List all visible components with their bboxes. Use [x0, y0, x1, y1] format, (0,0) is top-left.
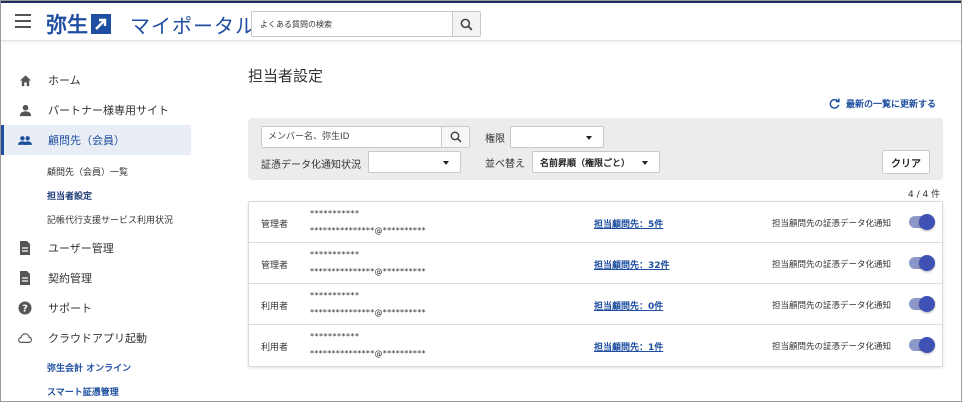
- role-text: 管理者: [261, 261, 289, 271]
- svg-text:?: ?: [22, 304, 28, 315]
- member-name: ***********: [310, 332, 360, 341]
- sidebar: ホーム パートナー様専用サイト 顧問先（会員） 顧問先（会員）一覧 担当者設定 …: [1, 63, 191, 401]
- member-search-button[interactable]: [441, 127, 469, 147]
- sidebar-subitem-staff-settings[interactable]: 担当者設定: [1, 183, 191, 207]
- assigned-clients-link[interactable]: 担当顧問先：1件: [594, 340, 663, 353]
- refresh-list-button[interactable]: 最新の一覧に更新する: [829, 97, 936, 110]
- sidebar-item-partner-site[interactable]: パートナー様専用サイト: [1, 95, 191, 125]
- home-icon: [18, 73, 32, 87]
- assigned-clients-link[interactable]: 担当顧問先：0件: [594, 299, 663, 312]
- faq-search: [251, 11, 481, 37]
- list-item: 利用者 *********** ***************@********…: [249, 325, 942, 366]
- sidebar-item-label: ユーザー管理: [48, 242, 114, 255]
- sidebar-item-support[interactable]: ? サポート: [1, 293, 191, 323]
- sidebar-app-smart-shouhyou[interactable]: スマート証憑管理: [1, 379, 191, 401]
- sort-select[interactable]: 名前昇順（権限ごと）: [532, 151, 660, 173]
- portal-title: マイポータル: [130, 14, 256, 38]
- search-icon: [450, 131, 462, 143]
- role-text: 管理者: [261, 220, 289, 230]
- cloud-icon: [18, 331, 32, 345]
- chevron-down-icon: [443, 161, 449, 165]
- member-name: ***********: [310, 250, 360, 259]
- top-header: 弥生 マイポータル: [1, 1, 961, 41]
- refresh-icon: [829, 98, 840, 109]
- member-email: ***************@**********: [310, 226, 426, 235]
- notify-toggle[interactable]: [909, 214, 935, 230]
- notify-status-select[interactable]: [368, 151, 461, 173]
- member-email: ***************@**********: [310, 349, 426, 358]
- sidebar-item-label: 契約管理: [48, 272, 92, 285]
- staff-list: 管理者 *********** ***************@********…: [248, 201, 943, 367]
- member-search: [261, 126, 470, 148]
- document-icon: [18, 271, 32, 285]
- notify-toggle[interactable]: [909, 255, 935, 271]
- filter-panel: 権限 証憑データ化通知状況 並べ替え 名前昇順（権限ごと） クリア: [248, 118, 943, 180]
- assigned-clients-link[interactable]: 担当顧問先：32件: [594, 258, 670, 271]
- member-email: ***************@**********: [310, 308, 426, 317]
- menu-icon[interactable]: [15, 14, 31, 28]
- faq-search-input[interactable]: [252, 12, 452, 36]
- role-select[interactable]: [510, 126, 604, 148]
- document-icon: [18, 241, 32, 255]
- faq-search-button[interactable]: [452, 12, 480, 36]
- logo-mark-icon: [91, 14, 111, 34]
- clear-button[interactable]: クリア: [882, 150, 930, 174]
- app-frame: 弥生 マイポータル ホーム パートナー様専用サイト 顧問先（会員） 顧問先（会員…: [0, 0, 962, 402]
- role-text: 利用者: [261, 343, 289, 353]
- notify-label: 担当顧問先の証憑データ化通知: [772, 342, 892, 352]
- sidebar-item-cloud-apps[interactable]: クラウドアプリ起動: [1, 323, 191, 353]
- sidebar-app-yayoi-kaikei[interactable]: 弥生会計 オンライン: [1, 355, 191, 379]
- sidebar-item-contracts[interactable]: 契約管理: [1, 263, 191, 293]
- result-count: 4 / 4 件: [908, 190, 941, 200]
- member-search-input[interactable]: [262, 127, 441, 147]
- sidebar-item-label: 顧問先（会員）: [48, 134, 125, 147]
- refresh-label: 最新の一覧に更新する: [846, 100, 937, 110]
- sidebar-item-clients[interactable]: 顧問先（会員）: [1, 125, 191, 155]
- assigned-clients-link[interactable]: 担当顧問先：5件: [594, 217, 663, 230]
- list-item: 管理者 *********** ***************@********…: [249, 202, 942, 243]
- role-label: 権限: [485, 134, 505, 145]
- sidebar-item-label: パートナー様専用サイト: [48, 104, 169, 117]
- sort-select-value: 名前昇順（権限ごと）: [540, 158, 631, 169]
- page-title: 担当者設定: [248, 67, 324, 85]
- notify-toggle[interactable]: [909, 337, 935, 353]
- list-item: 利用者 *********** ***************@********…: [249, 284, 942, 325]
- member-email: ***************@**********: [310, 267, 426, 276]
- notify-toggle[interactable]: [909, 296, 935, 312]
- chevron-down-icon: [642, 161, 648, 165]
- list-item: 管理者 *********** ***************@********…: [249, 243, 942, 284]
- search-icon: [460, 18, 473, 31]
- yayoi-logo[interactable]: 弥生: [46, 9, 111, 39]
- sidebar-subitem-client-list[interactable]: 顧問先（会員）一覧: [1, 159, 191, 183]
- sidebar-item-home[interactable]: ホーム: [1, 65, 191, 95]
- person-icon: [18, 103, 32, 117]
- notify-label: 担当顧問先の証憑データ化通知: [772, 301, 892, 311]
- sidebar-item-label: サポート: [48, 302, 92, 315]
- role-text: 利用者: [261, 302, 289, 312]
- people-icon: [18, 133, 32, 147]
- sidebar-subitem-bookkeeping-status[interactable]: 記帳代行支援サービス利用状況: [1, 207, 191, 231]
- notify-label: 担当顧問先の証憑データ化通知: [772, 260, 892, 270]
- logo-text: 弥生: [46, 13, 88, 37]
- sidebar-item-user-management[interactable]: ユーザー管理: [1, 233, 191, 263]
- chevron-down-icon: [586, 136, 592, 140]
- notify-label: 担当顧問先の証憑データ化通知: [772, 219, 892, 229]
- member-name: ***********: [310, 209, 360, 218]
- sidebar-item-label: ホーム: [48, 74, 81, 87]
- sidebar-item-label: クラウドアプリ起動: [48, 332, 147, 345]
- help-icon: ?: [18, 301, 32, 315]
- notify-status-label: 証憑データ化通知状況: [261, 160, 361, 171]
- member-name: ***********: [310, 291, 360, 300]
- sort-label: 並べ替え: [485, 159, 525, 170]
